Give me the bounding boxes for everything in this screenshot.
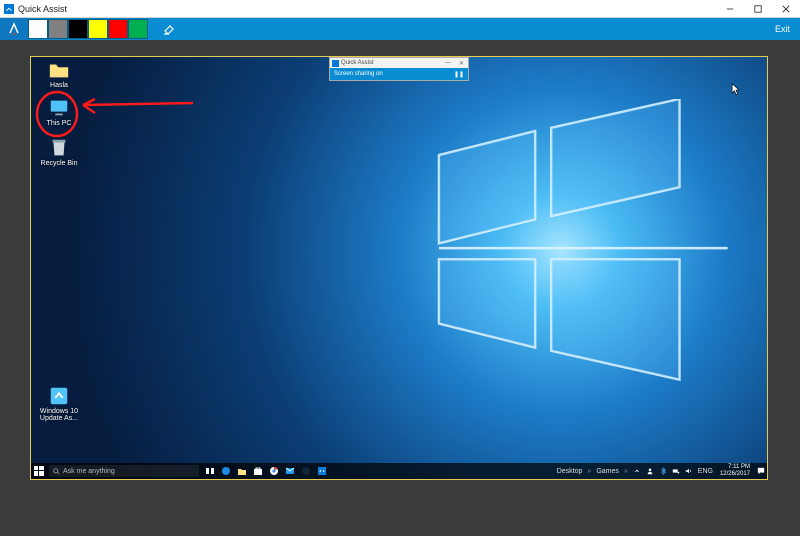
remote-taskbar: Ask me anything Desktop » Games » [31, 463, 767, 479]
close-button[interactable] [772, 0, 800, 17]
remote-viewport-container: Hasla This PC Recycle Bin Windows 10 Upd… [0, 40, 800, 536]
color-swatch-red[interactable] [109, 20, 127, 38]
taskbar-toolbar-desktop[interactable]: Desktop [557, 468, 583, 475]
desktop-icon-label: Hasla [37, 82, 81, 89]
remote-qa-close-icon[interactable]: ✕ [459, 60, 464, 67]
remote-qa-minimize-icon[interactable]: — [445, 60, 451, 67]
color-swatch-gray[interactable] [49, 20, 67, 38]
windows-wallpaper [31, 57, 767, 479]
color-swatch-green[interactable] [129, 20, 147, 38]
minimize-button[interactable] [716, 0, 744, 17]
volume-icon[interactable] [685, 467, 693, 475]
desktop-icon-hasla[interactable]: Hasla [37, 59, 81, 89]
desktop-icon-label: This PC [37, 120, 81, 127]
cortana-search-box[interactable]: Ask me anything [49, 465, 199, 477]
mail-icon[interactable] [285, 466, 295, 476]
annotation-toolbar: Exit [0, 18, 800, 40]
quick-assist-app-icon [332, 60, 339, 67]
bluetooth-icon[interactable] [659, 467, 667, 475]
network-icon[interactable] [672, 467, 680, 475]
chevron-right-icon: » [587, 468, 591, 475]
file-explorer-icon[interactable] [237, 466, 247, 476]
teamviewer-icon[interactable] [317, 466, 327, 476]
chevron-right-icon: » [624, 468, 628, 475]
start-button[interactable] [31, 463, 47, 479]
outer-titlebar: Quick Assist [0, 0, 800, 18]
remote-quick-assist-bar[interactable]: Quick Assist — ✕ Screen sharing on ❚❚ [329, 57, 469, 81]
desktop-icon-recycle-bin[interactable]: Recycle Bin [37, 137, 81, 167]
search-placeholder: Ask me anything [63, 468, 115, 475]
clock-time: 7:11 PM [720, 464, 750, 471]
maximize-button[interactable] [744, 0, 772, 17]
steam-icon[interactable] [301, 466, 311, 476]
remote-screen[interactable]: Hasla This PC Recycle Bin Windows 10 Upd… [30, 56, 768, 480]
action-center-icon[interactable] [757, 467, 765, 475]
remote-qa-pause-button[interactable]: ❚❚ [454, 71, 464, 78]
chrome-icon[interactable] [269, 466, 279, 476]
desktop-icon-this-pc[interactable]: This PC [37, 97, 81, 127]
color-swatch-white[interactable] [29, 20, 47, 38]
exit-button[interactable]: Exit [775, 24, 790, 34]
people-icon[interactable] [646, 467, 654, 475]
tray-overflow-icon[interactable] [633, 467, 641, 475]
remote-cursor-icon [731, 83, 741, 97]
quick-assist-app-icon [4, 4, 14, 14]
pen-tool-dropdown[interactable] [0, 18, 28, 40]
language-indicator[interactable]: ENG [698, 468, 713, 475]
eraser-tool[interactable] [158, 18, 180, 40]
remote-qa-title: Quick Assist [341, 60, 374, 66]
remote-qa-status: Screen sharing on [334, 71, 383, 77]
clock-date: 12/26/2017 [720, 471, 750, 478]
search-icon [53, 468, 60, 475]
task-view-icon[interactable] [205, 466, 215, 476]
desktop-icon-label: Recycle Bin [37, 160, 81, 167]
desktop-icon-label: Windows 10 Update As... [37, 408, 81, 422]
store-icon[interactable] [253, 466, 263, 476]
color-swatch-black[interactable] [69, 20, 87, 38]
desktop-icon-windows-update-assistant[interactable]: Windows 10 Update As... [37, 385, 81, 422]
color-swatch-yellow[interactable] [89, 20, 107, 38]
window-title: Quick Assist [18, 4, 67, 14]
taskbar-clock[interactable]: 7:11 PM 12/26/2017 [718, 464, 752, 478]
edge-icon[interactable] [221, 466, 231, 476]
taskbar-toolbar-games[interactable]: Games [596, 468, 619, 475]
